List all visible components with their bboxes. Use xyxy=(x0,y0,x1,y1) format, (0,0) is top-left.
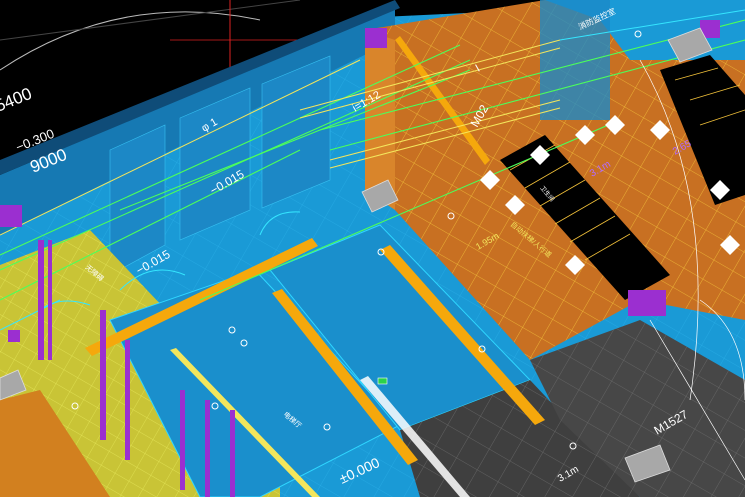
exit-sign-icon xyxy=(377,377,388,385)
model-view[interactable]: 5400 −0.300 9000 i=1:12 φ 1 −0.015 −0.01… xyxy=(0,0,745,497)
cad-viewport[interactable]: 5400 −0.300 9000 i=1:12 φ 1 −0.015 −0.01… xyxy=(0,0,745,497)
